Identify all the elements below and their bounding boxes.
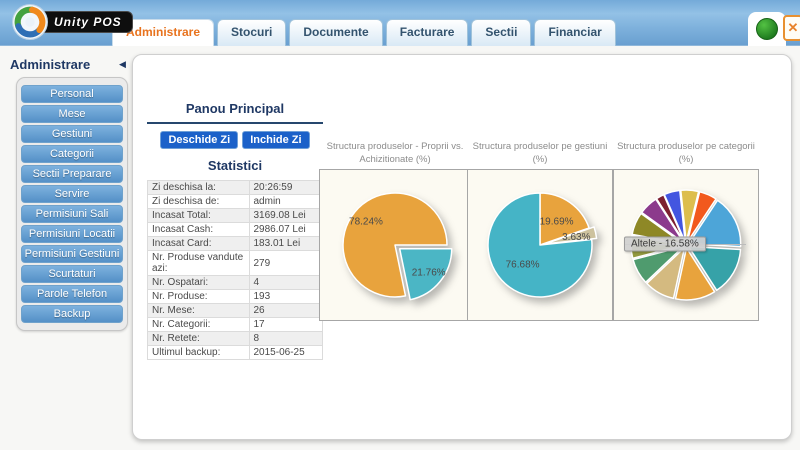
sidebar-item-servire[interactable]: Servire <box>21 185 123 203</box>
stat-label: Incasat Cash: <box>148 223 250 237</box>
close-button[interactable]: ✕ <box>783 15 800 41</box>
close-day-button[interactable]: Inchide Zi <box>242 131 309 149</box>
stat-value: 193 <box>249 290 323 304</box>
stats-row-incasat-cash: Incasat Cash:2986.07 Lei <box>148 223 323 237</box>
sidebar-collapse-icon[interactable]: ◀ <box>119 59 126 70</box>
stats-row-nr-produse-vandute-azi: Nr. Produse vandute azi:279 <box>148 251 323 276</box>
stat-value: 17 <box>249 318 323 332</box>
status-indicator[interactable] <box>756 18 778 40</box>
pie-chart: 19.69% 3.63% 76.68% <box>472 175 608 315</box>
pie-slice-label: 3.63% <box>562 232 590 243</box>
stat-value: 26 <box>249 304 323 318</box>
chart-box: 19.69% 3.63% 76.68% <box>467 169 613 321</box>
stats-row-zi-deschisa-de: Zi deschisa de:admin <box>148 195 323 209</box>
stat-label: Incasat Total: <box>148 209 250 223</box>
sidebar-item-backup[interactable]: Backup <box>21 305 123 323</box>
stat-value: 4 <box>249 276 323 290</box>
stat-value: 2986.07 Lei <box>249 223 323 237</box>
chart-box: 21.76% 78.24% <box>319 169 471 321</box>
title-divider <box>147 122 323 124</box>
chart-cell-proprii-vs-achizitionate: Structura produselor - Proprii vs. Achiz… <box>319 139 471 321</box>
stats-row-incasat-total: Incasat Total:3169.08 Lei <box>148 209 323 223</box>
app-header: Unity POS AdministrareStocuriDocumenteFa… <box>0 0 800 46</box>
chart-cell-categorii: Structura produselor pe categorii (%) Al… <box>613 139 759 321</box>
stat-label: Nr. Ospatari: <box>148 276 250 290</box>
stat-value: 279 <box>249 251 323 276</box>
sidebar-item-permisiuni-locatii[interactable]: Permisiuni Locatii <box>21 225 123 243</box>
stat-label: Ultimul backup: <box>148 346 250 360</box>
stat-label: Nr. Categorii: <box>148 318 250 332</box>
stats-row-incasat-card: Incasat Card:183.01 Lei <box>148 237 323 251</box>
stats-row-ultimul-backup: Ultimul backup:2015-06-25 <box>148 346 323 360</box>
day-buttons: Deschide Zi Inchide Zi <box>147 131 323 149</box>
stat-label: Nr. Retete: <box>148 332 250 346</box>
tab-documente[interactable]: Documente <box>289 19 382 46</box>
chart-box: Altele - 16.58% <box>613 169 759 321</box>
pie-slice-label: 78.24% <box>349 216 383 227</box>
stats-table: Zi deschisa la:20:26:59Zi deschisa de:ad… <box>147 180 323 360</box>
chart-tooltip: Altele - 16.58% <box>624 237 706 252</box>
main-panel: Panou Principal Deschide Zi Inchide Zi S… <box>132 54 792 440</box>
pie-slice-label: 19.69% <box>540 217 574 228</box>
sidebar-item-mese[interactable]: Mese <box>21 105 123 123</box>
chart-title: Structura produselor - Proprii vs. Achiz… <box>319 139 471 169</box>
unity-pos-logo-icon <box>12 4 48 40</box>
stats-row-nr-retete: Nr. Retete:8 <box>148 332 323 346</box>
stats-row-nr-ospatari: Nr. Ospatari:4 <box>148 276 323 290</box>
stats-title: Statistici <box>147 158 323 173</box>
chart-title: Structura produselor pe gestiuni (%) <box>467 139 613 169</box>
stat-value: 20:26:59 <box>249 181 323 195</box>
sidebar-item-categorii[interactable]: Categorii <box>21 145 123 163</box>
stats-row-nr-mese: Nr. Mese:26 <box>148 304 323 318</box>
stat-value: 8 <box>249 332 323 346</box>
chart-cell-gestiuni: Structura produselor pe gestiuni (%) 19.… <box>467 139 613 321</box>
stat-value: 3169.08 Lei <box>249 209 323 223</box>
stat-label: Nr. Mese: <box>148 304 250 318</box>
tab-sectii[interactable]: Sectii <box>471 19 531 46</box>
tab-bar: AdministrareStocuriDocumenteFacturareSec… <box>112 19 616 46</box>
stats-row-nr-produse: Nr. Produse:193 <box>148 290 323 304</box>
sidebar-item-gestiuni[interactable]: Gestiuni <box>21 125 123 143</box>
stats-row-zi-deschisa-la: Zi deschisa la:20:26:59 <box>148 181 323 195</box>
tab-financiar[interactable]: Financiar <box>534 19 615 46</box>
chart-title: Structura produselor pe categorii (%) <box>613 139 759 169</box>
sidebar-item-permisiuni-gestiuni[interactable]: Permisiuni Gestiuni <box>21 245 123 263</box>
pie-slice-label: 76.68% <box>506 259 540 270</box>
sidebar-item-permisiuni-sali[interactable]: Permisiuni Sali <box>21 205 123 223</box>
sidebar-title: Administrare <box>10 57 90 72</box>
stat-label: Incasat Card: <box>148 237 250 251</box>
stats-row-nr-categorii: Nr. Categorii:17 <box>148 318 323 332</box>
stat-label: Nr. Produse vandute azi: <box>148 251 250 276</box>
pie-chart: 21.76% 78.24% <box>327 175 463 315</box>
sidebar-item-parole-telefon[interactable]: Parole Telefon <box>21 285 123 303</box>
status-tab <box>748 12 786 46</box>
stat-value: admin <box>249 195 323 209</box>
open-day-button[interactable]: Deschide Zi <box>160 131 238 149</box>
sidebar-item-sectii-preparare[interactable]: Sectii Preparare <box>21 165 123 183</box>
tab-stocuri[interactable]: Stocuri <box>217 19 286 46</box>
sidebar-item-scurtaturi[interactable]: Scurtaturi <box>21 265 123 283</box>
pie-slice-label: 21.76% <box>412 267 446 278</box>
stat-value: 183.01 Lei <box>249 237 323 251</box>
sidebar-menu: Personal Mese Gestiuni Categorii Sectii Prep… <box>16 77 128 331</box>
sidebar-item-personal[interactable]: Personal <box>21 85 123 103</box>
stat-value: 2015-06-25 <box>249 346 323 360</box>
dashboard-left-column: Panou Principal Deschide Zi Inchide Zi S… <box>147 101 323 360</box>
logo-text: Unity POS <box>39 11 133 33</box>
panel-title: Panou Principal <box>147 101 323 116</box>
stat-label: Zi deschisa la: <box>148 181 250 195</box>
tab-facturare[interactable]: Facturare <box>386 19 469 46</box>
stat-label: Zi deschisa de: <box>148 195 250 209</box>
stat-label: Nr. Produse: <box>148 290 250 304</box>
